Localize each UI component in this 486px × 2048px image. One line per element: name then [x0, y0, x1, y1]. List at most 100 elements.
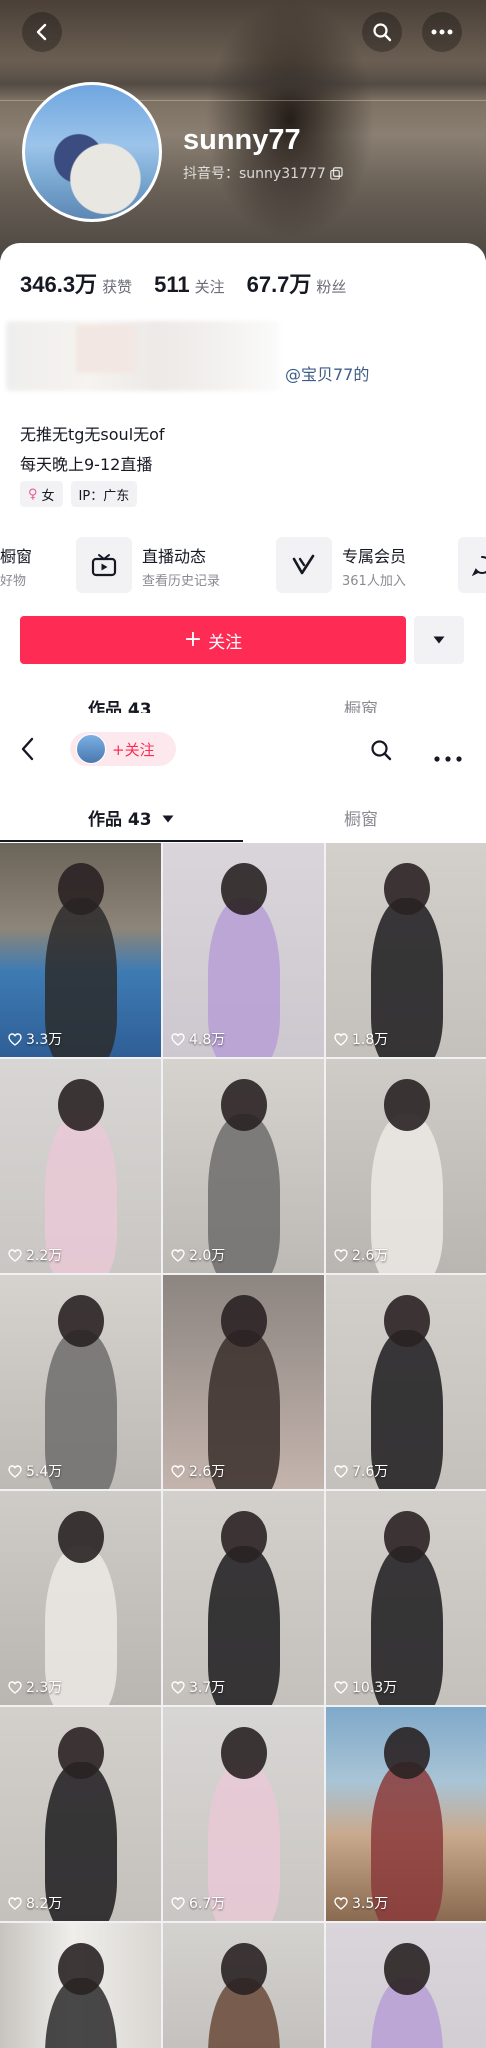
profile-avatar[interactable]: [22, 82, 162, 222]
video-like-count-text: 2.2万: [26, 1248, 63, 1264]
video-like-count-text: 4.8万: [189, 1032, 226, 1048]
video-thumbnail[interactable]: 2.6万: [163, 1275, 324, 1489]
video-like-count: 2.3万: [8, 1677, 62, 1697]
more-dots-icon: [434, 756, 462, 762]
more-button[interactable]: [422, 12, 462, 52]
tabs-peek: 作品 43 橱窗: [0, 683, 486, 713]
back-button[interactable]: [22, 12, 62, 52]
heart-icon: [334, 1248, 348, 1262]
heart-icon: [8, 1464, 22, 1478]
chat-icon[interactable]: [458, 537, 486, 593]
back-arrow-icon: [36, 23, 47, 41]
video-thumbnail[interactable]: 1.8万: [326, 843, 486, 1057]
bio-line-2: 每天晚上9-12直播: [20, 455, 153, 474]
video-thumbnail[interactable]: 2.3万: [0, 1491, 161, 1705]
caret-down-icon: [162, 815, 173, 823]
search-icon: [373, 23, 392, 42]
back-arrow-icon: [21, 737, 34, 761]
video-thumbnail[interactable]: 2.0万: [163, 1059, 324, 1273]
follow-button[interactable]: + 关注: [20, 616, 406, 664]
heart-icon: [171, 1248, 185, 1262]
heart-icon: [171, 1680, 185, 1694]
bio-redacted-area: [6, 321, 280, 391]
female-icon: ♀: [28, 486, 38, 502]
video-thumbnail[interactable]: 10.3万: [326, 1491, 486, 1705]
mini-follow-label: +关注: [112, 739, 155, 760]
video-like-count-text: 2.6万: [189, 1464, 226, 1480]
copy-icon[interactable]: [329, 167, 343, 180]
heart-icon: [334, 1032, 348, 1046]
heart-icon: [334, 1896, 348, 1910]
thumbnail-figure-head: [221, 1727, 267, 1779]
video-like-count: 2.0万: [171, 1245, 225, 1265]
mini-follow-text: 关注: [124, 741, 155, 759]
profile-stats: 346.3万 获赞 511 关注 67.7万 粉丝: [20, 267, 368, 299]
video-like-count: 3.3万: [8, 1029, 62, 1049]
bio-mention-link[interactable]: @宝贝77的: [285, 361, 369, 385]
heart-icon: [8, 1248, 22, 1262]
thumbnail-figure-head: [58, 1295, 104, 1347]
video-like-count: 2.6万: [334, 1245, 388, 1265]
heart-icon: [334, 1464, 348, 1478]
ip-chip-label: IP：广东: [78, 488, 130, 504]
heart-icon: [171, 1032, 185, 1046]
thumbnail-figure-head: [221, 1511, 267, 1563]
video-thumbnail[interactable]: 4.8万: [163, 843, 324, 1057]
bio-line-1: 无推无tg无soul无of: [20, 425, 165, 444]
video-thumbnail[interactable]: 5.4万: [0, 1275, 161, 1489]
service-storefront-sub: 好物: [0, 574, 27, 589]
heart-icon: [171, 1464, 185, 1478]
video-like-count: 3.7万: [171, 1677, 225, 1697]
tab-storefront[interactable]: 橱窗: [344, 805, 378, 830]
followers-count[interactable]: 67.7万: [247, 267, 312, 299]
thumbnail-figure-head: [58, 863, 104, 915]
video-thumbnail[interactable]: 8.1万: [0, 1923, 161, 2048]
video-thumbnail[interactable]: 7.6万: [326, 1275, 486, 1489]
video-like-count: 6.7万: [171, 1893, 225, 1913]
video-thumbnail[interactable]: 2.2万: [0, 1059, 161, 1273]
sticky-back-button[interactable]: [18, 737, 46, 765]
sticky-search-button[interactable]: [370, 739, 392, 765]
likes-count: 346.3万: [20, 272, 98, 297]
gender-chip: ♀ 女: [20, 481, 63, 507]
video-like-count: 1.8万: [334, 1029, 388, 1049]
video-thumbnail[interactable]: 3.7万: [163, 1491, 324, 1705]
video-thumbnail[interactable]: 3.5万: [326, 1707, 486, 1921]
video-like-count-text: 2.0万: [189, 1248, 226, 1264]
tab-works[interactable]: 作品 43: [88, 805, 174, 830]
thumbnail-figure-head: [221, 1943, 267, 1995]
thumbnail-figure-head: [384, 1511, 430, 1563]
following-count[interactable]: 511: [154, 272, 190, 298]
douyin-id[interactable]: 抖音号：sunny31777: [183, 163, 343, 183]
video-like-count: 8.2万: [8, 1893, 62, 1913]
plus-icon: +: [183, 626, 203, 652]
video-thumbnail[interactable]: 2.6万: [326, 1059, 486, 1273]
search-button[interactable]: [362, 12, 402, 52]
video-thumbnail[interactable]: 6.4万: [163, 1923, 324, 2048]
thumbnail-figure-head: [384, 863, 430, 915]
recommend-dropdown-button[interactable]: [414, 616, 464, 664]
video-like-count-text: 8.2万: [26, 1896, 63, 1912]
video-thumbnail[interactable]: 3.3万: [0, 843, 161, 1057]
active-tab-indicator: [0, 840, 243, 842]
more-dots-icon: [431, 29, 453, 35]
video-like-count: 5.4万: [8, 1461, 62, 1481]
video-like-count-text: 1.8万: [352, 1032, 389, 1048]
douyin-id-text: 抖音号：sunny31777: [183, 166, 326, 182]
video-thumbnail[interactable]: 8.2万: [0, 1707, 161, 1921]
service-membership-sub: 361人加入: [342, 574, 406, 589]
thumbnail-figure-head: [58, 1079, 104, 1131]
video-thumbnail[interactable]: 4.0万: [326, 1923, 486, 2048]
sticky-more-button[interactable]: [434, 747, 462, 766]
vip-v-icon: [276, 537, 332, 593]
video-like-count-text: 10.3万: [352, 1680, 398, 1696]
followers-label[interactable]: 粉丝: [316, 276, 346, 297]
thumbnail-figure-head: [58, 1511, 104, 1563]
video-like-count: 2.2万: [8, 1245, 62, 1265]
peek-tab-store: 橱窗: [344, 700, 378, 713]
video-like-count-text: 3.5万: [352, 1896, 389, 1912]
thumbnail-figure-head: [384, 1079, 430, 1131]
video-thumbnail[interactable]: 6.7万: [163, 1707, 324, 1921]
heart-icon: [8, 1032, 22, 1046]
following-label[interactable]: 关注: [195, 276, 225, 297]
